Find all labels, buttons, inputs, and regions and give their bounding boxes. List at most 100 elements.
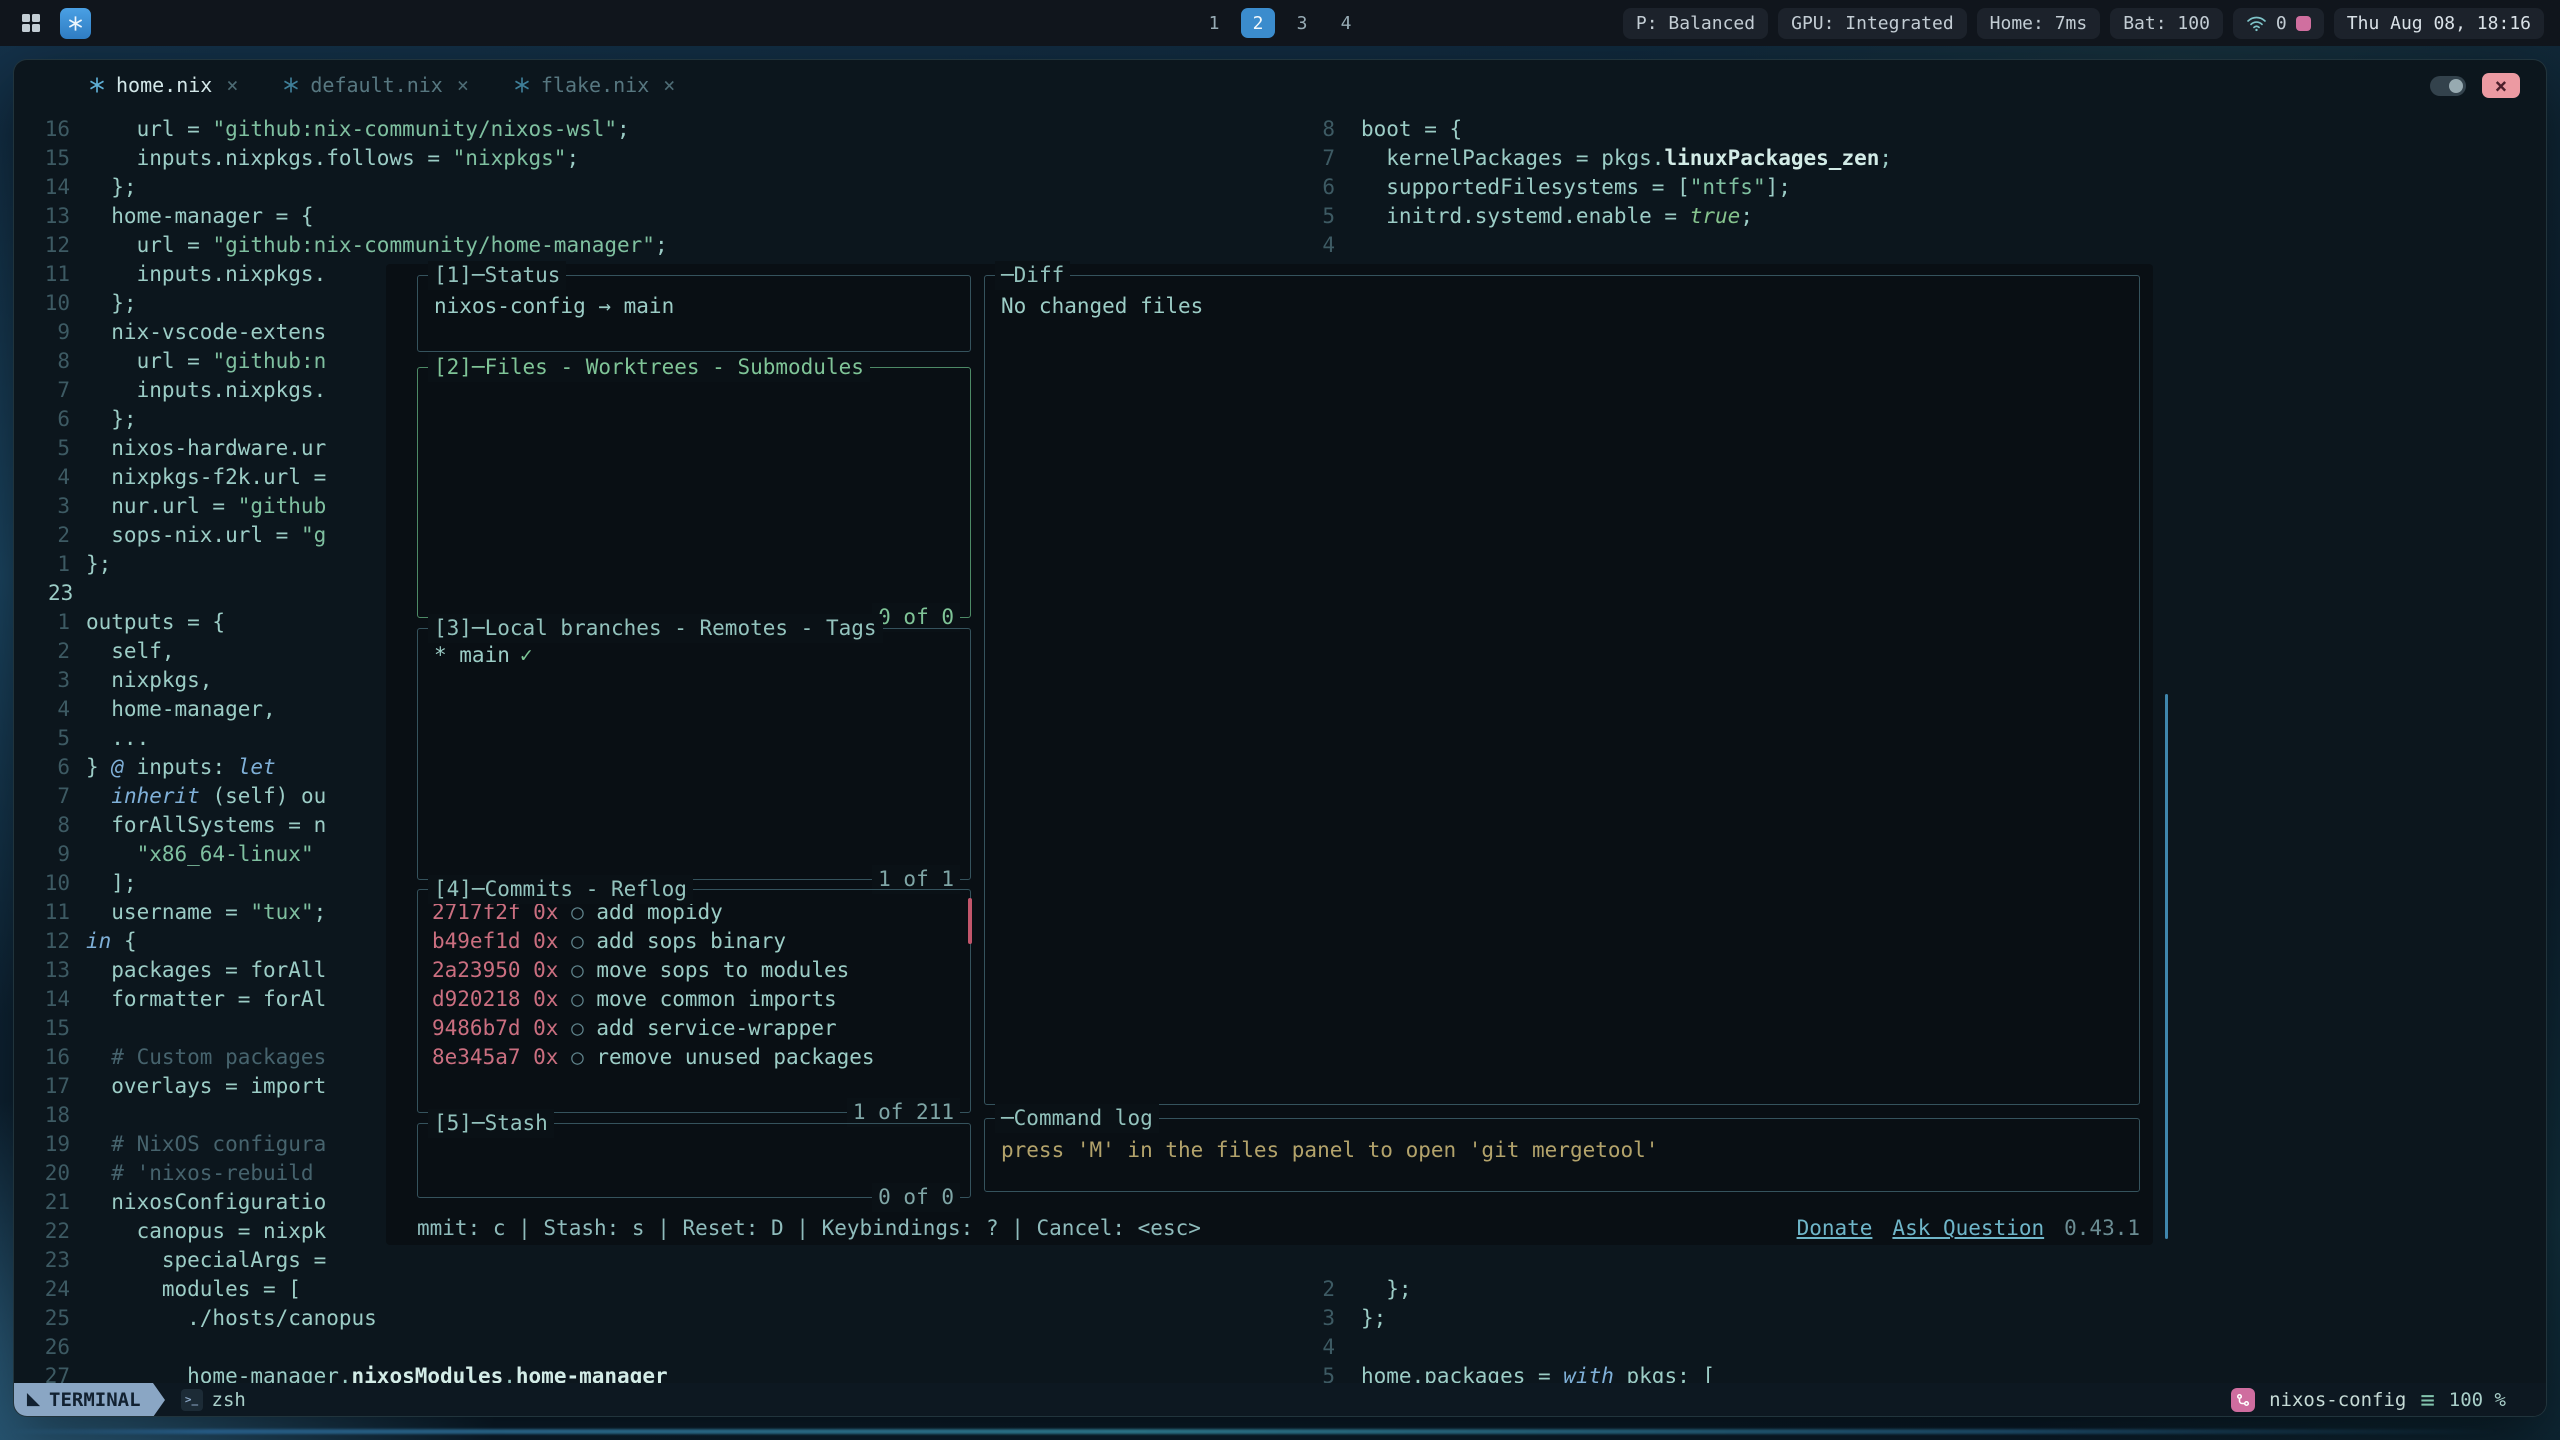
app-launcher-icon[interactable] bbox=[16, 8, 46, 38]
toggle-switch[interactable] bbox=[2430, 76, 2466, 96]
shell-tab-zsh[interactable]: >_ zsh bbox=[181, 1389, 246, 1411]
line-number: 8 bbox=[22, 811, 86, 840]
code-text: url = "github:n bbox=[86, 347, 326, 376]
commit-message: add sops binary bbox=[596, 929, 786, 953]
panel-title: ─Diff bbox=[995, 261, 1070, 290]
system-bar-right: P: BalancedGPU: IntegratedHome: 7msBat: … bbox=[1623, 8, 2544, 39]
window-controls: × bbox=[2430, 73, 2520, 98]
commit-message: remove unused packages bbox=[596, 1045, 874, 1069]
commit-row[interactable]: d920218 0x ○ move common imports bbox=[432, 985, 956, 1014]
workspace-button-1[interactable]: 1 bbox=[1197, 8, 1231, 38]
line-number: 1 bbox=[22, 608, 86, 637]
panel-title: [2]─Files - Worktrees - Submodules bbox=[428, 353, 870, 382]
code-text: inputs.nixpkgs.follows = "nixpkgs"; bbox=[86, 144, 579, 173]
color-swatch-icon bbox=[2296, 16, 2311, 31]
line-number: 26 bbox=[22, 1333, 86, 1362]
mode-tab-terminal[interactable]: TERMINAL bbox=[14, 1383, 153, 1416]
code-text: nixpkgs-f2k.url = bbox=[86, 463, 326, 492]
line-number: 8 bbox=[22, 347, 86, 376]
code-text: outputs = { bbox=[86, 608, 225, 637]
tab-close-icon[interactable]: × bbox=[226, 73, 238, 97]
line-number: 24 bbox=[22, 1275, 86, 1304]
commit-message: move common imports bbox=[596, 987, 836, 1011]
editor-scrollbar[interactable] bbox=[2165, 694, 2168, 1239]
commit-author: 0x bbox=[521, 987, 559, 1011]
line-number: 16 bbox=[22, 1043, 86, 1072]
code-line: 8boot = { bbox=[1315, 115, 2546, 144]
editor-tabbar: home.nix × default.nix × flake.nix × bbox=[14, 60, 2546, 109]
tab-close-icon[interactable]: × bbox=[457, 73, 469, 97]
code-text: url = "github:nix-community/nixos-wsl"; bbox=[86, 115, 630, 144]
toggle-knob bbox=[2449, 79, 2463, 93]
line-number: 23 bbox=[22, 579, 86, 608]
tab-home.nix[interactable]: home.nix × bbox=[88, 73, 238, 97]
clock[interactable]: Thu Aug 08, 18:16 bbox=[2334, 8, 2544, 39]
ask-question-link[interactable]: Ask Question bbox=[1892, 1214, 2044, 1243]
line-number: 6 bbox=[1315, 173, 1361, 202]
line-number: 2 bbox=[1315, 1275, 1361, 1304]
line-number: 13 bbox=[22, 202, 86, 231]
desktop: 1234 P: BalancedGPU: IntegratedHome: 7ms… bbox=[0, 0, 2560, 1440]
line-number: 14 bbox=[22, 985, 86, 1014]
code-text: formatter = forAl bbox=[86, 985, 326, 1014]
line-number: 15 bbox=[22, 1014, 86, 1043]
lazygit-stash-panel[interactable]: [5]─Stash 0 of 0 bbox=[417, 1123, 971, 1198]
workspace-button-3[interactable]: 3 bbox=[1285, 8, 1319, 38]
lazygit-commits-panel[interactable]: [4]─Commits - Reflog 2717f2f 0x ○ add mo… bbox=[417, 889, 971, 1113]
graph-node-icon: ○ bbox=[558, 958, 596, 982]
statusbar-right: nixos-config ≡ 100 % bbox=[2231, 1388, 2506, 1412]
tab-flake.nix[interactable]: flake.nix × bbox=[513, 73, 675, 97]
code-text: kernelPackages = pkgs.linuxPackages_zen; bbox=[1361, 144, 1892, 173]
panel-title: [1]─Status bbox=[428, 261, 566, 290]
editor-right-top: 8boot = {7 kernelPackages = pkgs.linuxPa… bbox=[1315, 115, 2546, 260]
line-number: 11 bbox=[22, 898, 86, 927]
code-text: } @ inputs: let bbox=[86, 753, 276, 782]
code-text: # 'nixos-rebuild bbox=[86, 1159, 314, 1188]
donate-link[interactable]: Donate bbox=[1797, 1214, 1873, 1243]
code-text: home-manager = { bbox=[86, 202, 314, 231]
code-line: 12 url = "github:nix-community/home-mana… bbox=[22, 231, 1307, 260]
code-line: 14 }; bbox=[22, 173, 1307, 202]
stash-count: 0 of 0 bbox=[872, 1183, 960, 1212]
tab-default.nix[interactable]: default.nix × bbox=[282, 73, 469, 97]
tab-label: default.nix bbox=[310, 73, 442, 97]
status-module: Home: 7ms bbox=[1977, 8, 2101, 39]
commit-message: add service-wrapper bbox=[596, 1016, 836, 1040]
lazygit-diff-panel[interactable]: ─Diff No changed files bbox=[984, 275, 2140, 1105]
commit-row[interactable]: b49ef1d 0x ○ add sops binary bbox=[432, 927, 956, 956]
workspace-button-2[interactable]: 2 bbox=[1241, 8, 1275, 38]
panel-title: [3]─Local branches - Remotes - Tags bbox=[428, 614, 883, 643]
code-text: in { bbox=[86, 927, 137, 956]
code-text: # Custom packages bbox=[86, 1043, 326, 1072]
line-number: 8 bbox=[1315, 115, 1361, 144]
tab-close-icon[interactable]: × bbox=[663, 73, 675, 97]
code-text: initrd.systemd.enable = true; bbox=[1361, 202, 1753, 231]
commit-row[interactable]: 8e345a7 0x ○ remove unused packages bbox=[432, 1043, 956, 1072]
window-close-button[interactable]: × bbox=[2482, 73, 2520, 98]
branch-item[interactable]: * main✓ bbox=[434, 643, 533, 667]
commit-row[interactable]: 9486b7d 0x ○ add service-wrapper bbox=[432, 1014, 956, 1043]
commit-hash: 9486b7d bbox=[432, 1016, 521, 1040]
lazygit-branches-panel[interactable]: [3]─Local branches - Remotes - Tags * ma… bbox=[417, 628, 971, 880]
tab-label: home.nix bbox=[116, 73, 212, 97]
commits-scrollbar[interactable] bbox=[968, 898, 972, 944]
graph-node-icon: ○ bbox=[558, 987, 596, 1011]
code-text: inputs.nixpkgs. bbox=[86, 376, 326, 405]
line-number: 9 bbox=[22, 840, 86, 869]
line-number: 22 bbox=[22, 1217, 86, 1246]
tray[interactable]: 0 bbox=[2233, 8, 2324, 39]
workspace-button-4[interactable]: 4 bbox=[1329, 8, 1363, 38]
line-number: 17 bbox=[22, 1072, 86, 1101]
lazygit-command-log-panel[interactable]: ─Command log press 'M' in the files pane… bbox=[984, 1118, 2140, 1192]
line-number: 15 bbox=[22, 144, 86, 173]
tab-label: flake.nix bbox=[541, 73, 649, 97]
lazygit-files-panel[interactable]: [2]─Files - Worktrees - Submodules 0 of … bbox=[417, 367, 971, 618]
lazygit-footer-links: Donate Ask Question 0.43.1 bbox=[1797, 1214, 2140, 1243]
lazygit-status-panel[interactable]: [1]─Status nixos-config → main bbox=[417, 275, 971, 352]
line-number: 4 bbox=[22, 463, 86, 492]
commit-row[interactable]: 2a23950 0x ○ move sops to modules bbox=[432, 956, 956, 985]
panel-title: [5]─Stash bbox=[428, 1109, 554, 1138]
code-text: overlays = import bbox=[86, 1072, 326, 1101]
line-number: 6 bbox=[22, 405, 86, 434]
nix-workspace-icon[interactable] bbox=[60, 8, 91, 39]
